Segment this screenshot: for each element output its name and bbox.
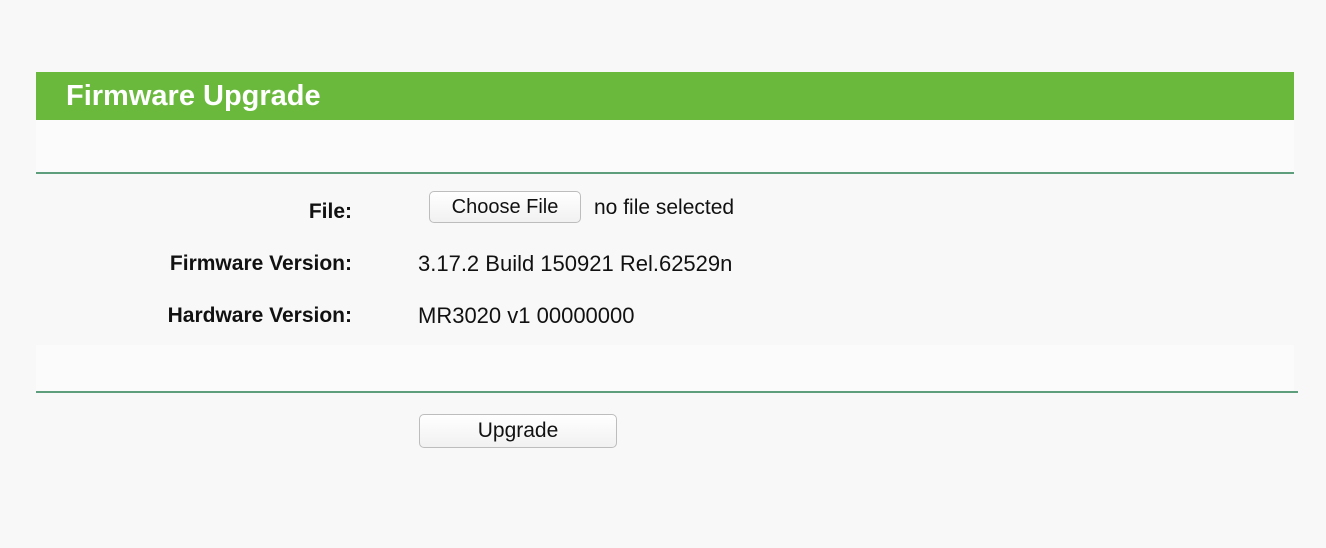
firmware-version-value: 3.17.2 Build 150921 Rel.62529n — [418, 251, 733, 276]
header-bar: Firmware Upgrade — [36, 72, 1294, 120]
file-status-text: no file selected — [594, 196, 735, 219]
upgrade-button[interactable]: Upgrade — [419, 414, 617, 448]
firmware-version-label: Firmware Version: — [169, 252, 352, 275]
file-label: File: — [308, 200, 352, 223]
header-spacer-band — [36, 120, 1294, 172]
firmware-upgrade-page: Firmware Upgrade File: Choose File no fi… — [0, 0, 1326, 548]
bottom-divider — [36, 391, 1298, 393]
page-title: Firmware Upgrade — [66, 80, 321, 112]
footer-spacer-band — [36, 345, 1294, 391]
choose-file-button[interactable]: Choose File — [429, 191, 581, 223]
hardware-version-value: MR3020 v1 00000000 — [418, 303, 635, 328]
hardware-version-label: Hardware Version: — [167, 304, 352, 327]
top-divider — [36, 172, 1294, 174]
